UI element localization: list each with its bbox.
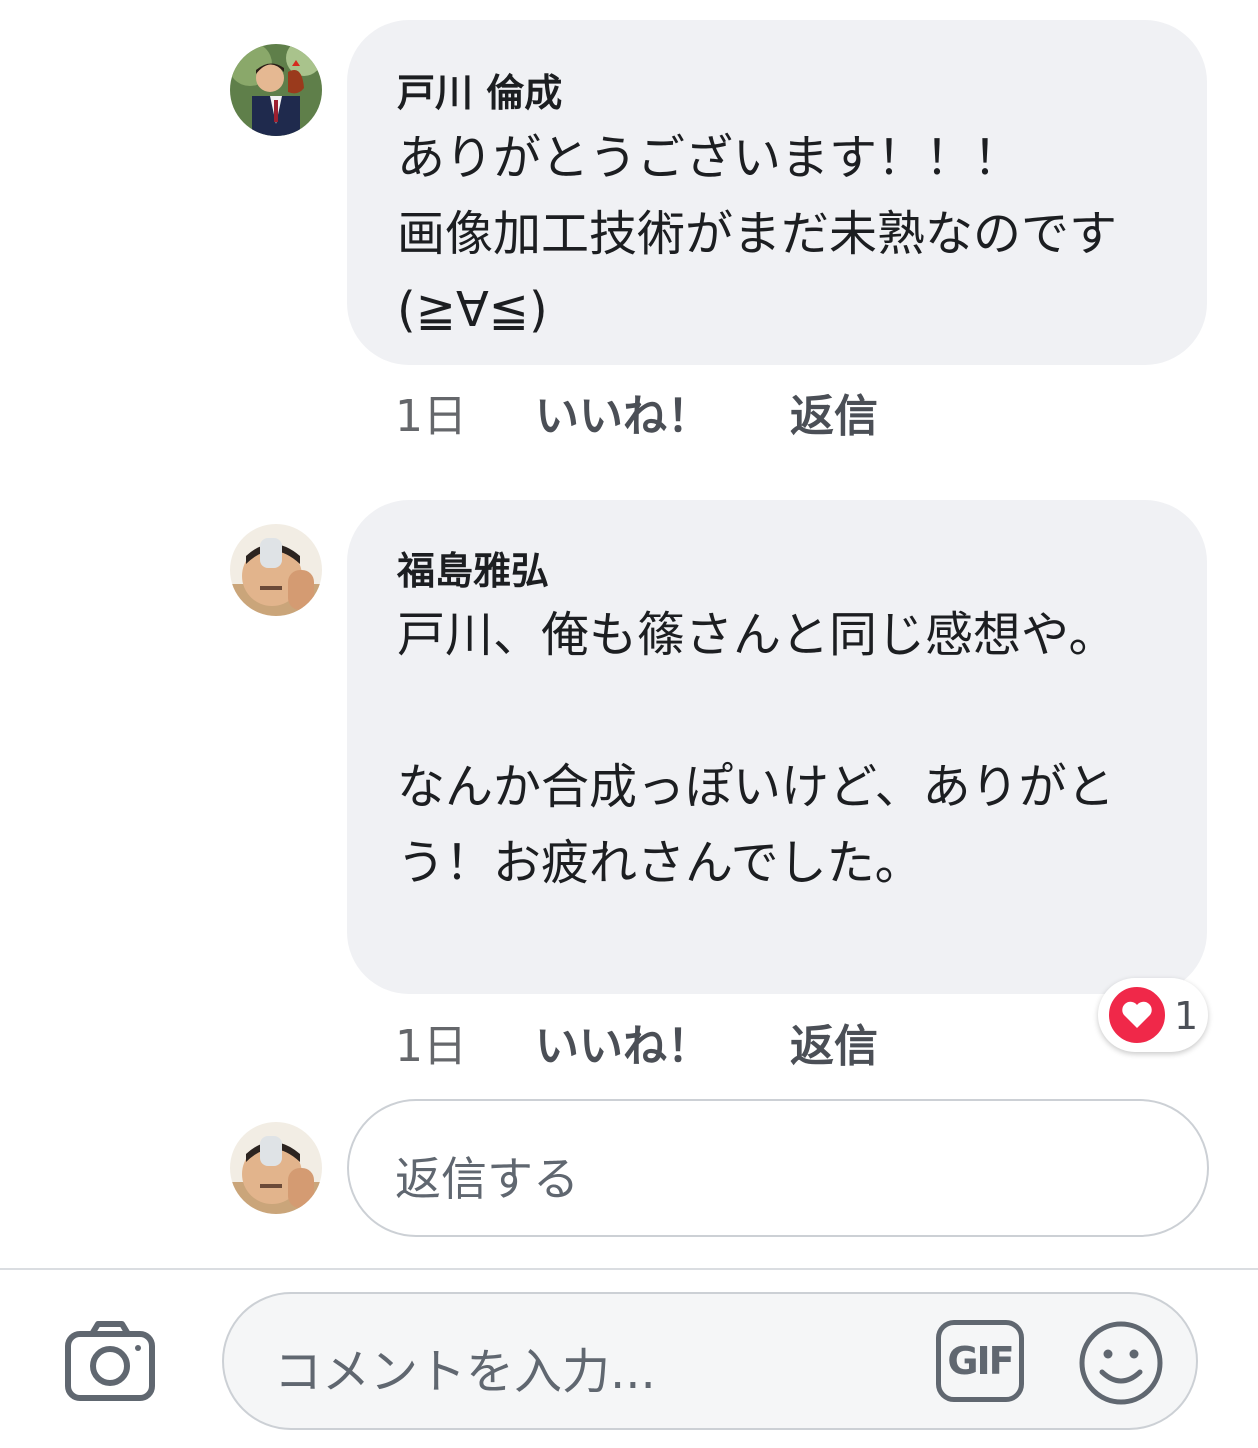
reply-input[interactable]: 返信する [347, 1099, 1209, 1237]
smiley-icon[interactable] [1078, 1320, 1164, 1406]
reply-button[interactable]: 返信 [790, 1010, 878, 1074]
comment-timestamp[interactable]: 1日 [395, 1010, 467, 1074]
avatar-togawa[interactable] [230, 44, 322, 136]
comment-author[interactable]: 福島雅弘 [397, 540, 549, 595]
current-user-avatar [230, 1122, 322, 1214]
comment-text: 戸川、俺も篠さんと同じ感想や。 なんか合成っぽいけど、ありがとう！お疲れさんでし… [397, 607, 1117, 891]
comment-placeholder: コメントを入力... [274, 1344, 656, 1400]
heart-icon [1106, 984, 1168, 1046]
comment-author[interactable]: 戸川 倫成 [397, 62, 562, 117]
comment-input[interactable]: コメントを入力... GIF [222, 1292, 1198, 1430]
comment-text: ありがとうございます！！！ 画像加工技術がまだ未熟なのです(≧∀≦) [397, 130, 1118, 338]
comment-bubble: 戸川 倫成 ありがとうございます！！！ 画像加工技術がまだ未熟なのです(≧∀≦) [347, 20, 1207, 365]
avatar-fukushima[interactable] [230, 524, 322, 616]
divider [0, 1268, 1258, 1270]
reply-placeholder: 返信する [395, 1152, 579, 1206]
like-button[interactable]: いいね！ [535, 380, 711, 444]
reaction-count: 1 [1174, 994, 1199, 1038]
comment-bubble: 福島雅弘 戸川、俺も篠さんと同じ感想や。 なんか合成っぽいけど、ありがとう！お疲… [347, 500, 1207, 994]
reaction-count-badge[interactable]: 1 [1098, 978, 1208, 1052]
gif-button[interactable]: GIF [936, 1320, 1024, 1402]
camera-icon[interactable] [64, 1318, 156, 1404]
comment-timestamp[interactable]: 1日 [395, 380, 467, 444]
reply-button[interactable]: 返信 [790, 380, 878, 444]
like-button[interactable]: いいね！ [535, 1010, 711, 1074]
